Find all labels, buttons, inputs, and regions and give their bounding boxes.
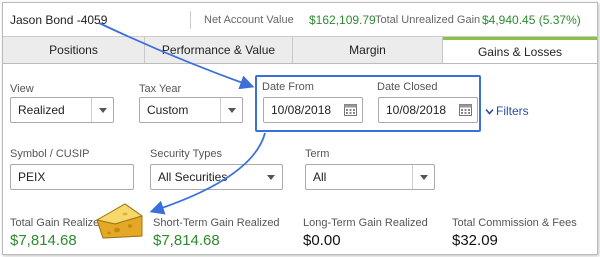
security-types-label: Security Types	[150, 148, 222, 160]
chevron-down-icon	[485, 108, 494, 115]
date-closed-value: 10/08/2018	[386, 103, 447, 117]
chevron-down-icon	[260, 165, 282, 189]
security-types-value: All Securities	[158, 170, 228, 184]
tab-margin[interactable]: Margin	[293, 37, 443, 63]
view-select-value: Realized	[18, 103, 65, 117]
tab-bar: Positions Performance & Value Margin Gai…	[3, 36, 597, 64]
cheese-icon	[95, 203, 144, 239]
total-gain-realized-value: $7,814.68	[10, 232, 77, 249]
tab-performance-value[interactable]: Performance & Value	[145, 37, 293, 63]
long-term-gain-value: $0.00	[303, 232, 341, 249]
date-closed-input[interactable]: 10/08/2018	[378, 97, 478, 123]
view-label: View	[10, 83, 34, 95]
tab-gains-losses[interactable]: Gains & Losses	[443, 37, 597, 63]
tax-year-select[interactable]: Custom	[139, 97, 243, 123]
term-label: Term	[305, 148, 330, 160]
calendar-icon[interactable]	[459, 103, 472, 116]
total-unrealized-gain-label: Total Unrealized Gain	[375, 14, 481, 26]
short-term-gain-value: $7,814.68	[153, 232, 220, 249]
account-summary-bar: Jason Bond -4059 Net Account Value $162,…	[3, 3, 597, 36]
divider	[190, 11, 191, 29]
symbol-label: Symbol / CUSIP	[10, 148, 90, 160]
total-commission-fees-value: $32.09	[452, 232, 498, 249]
total-commission-fees-label: Total Commission & Fees	[452, 217, 577, 229]
short-term-gain-label: Short-Term Gain Realized	[153, 217, 280, 229]
symbol-value: PEIX	[18, 170, 46, 184]
total-gain-realized-label: Total Gain Realized	[10, 217, 106, 229]
tax-year-label: Tax Year	[139, 83, 182, 95]
view-select[interactable]: Realized	[10, 97, 114, 123]
tab-positions[interactable]: Positions	[3, 37, 145, 63]
date-from-label: Date From	[262, 81, 314, 93]
chevron-down-icon	[91, 98, 113, 122]
date-from-input[interactable]: 10/08/2018	[263, 97, 363, 123]
tax-year-select-value: Custom	[147, 103, 189, 117]
calendar-icon[interactable]	[344, 103, 357, 116]
account-name[interactable]: Jason Bond -4059	[10, 13, 107, 27]
chevron-down-icon	[412, 165, 434, 189]
term-select-value: All	[313, 170, 327, 184]
chevron-down-icon	[220, 98, 242, 122]
security-types-select[interactable]: All Securities	[150, 164, 283, 190]
filters-toggle[interactable]: Filters	[485, 104, 529, 118]
total-unrealized-gain: $4,940.45 (5.37%)	[482, 13, 581, 27]
gains-losses-panel: Jason Bond -4059 Net Account Value $162,…	[2, 2, 598, 255]
term-select[interactable]: All	[305, 164, 435, 190]
date-closed-label: Date Closed	[377, 81, 438, 93]
date-from-value: 10/08/2018	[271, 103, 332, 117]
long-term-gain-label: Long-Term Gain Realized	[303, 217, 428, 229]
net-account-value: $162,109.79	[309, 13, 376, 27]
symbol-input[interactable]: PEIX	[10, 164, 134, 190]
net-account-value-label: Net Account Value	[204, 14, 294, 26]
filters-link: Filters	[496, 104, 529, 118]
